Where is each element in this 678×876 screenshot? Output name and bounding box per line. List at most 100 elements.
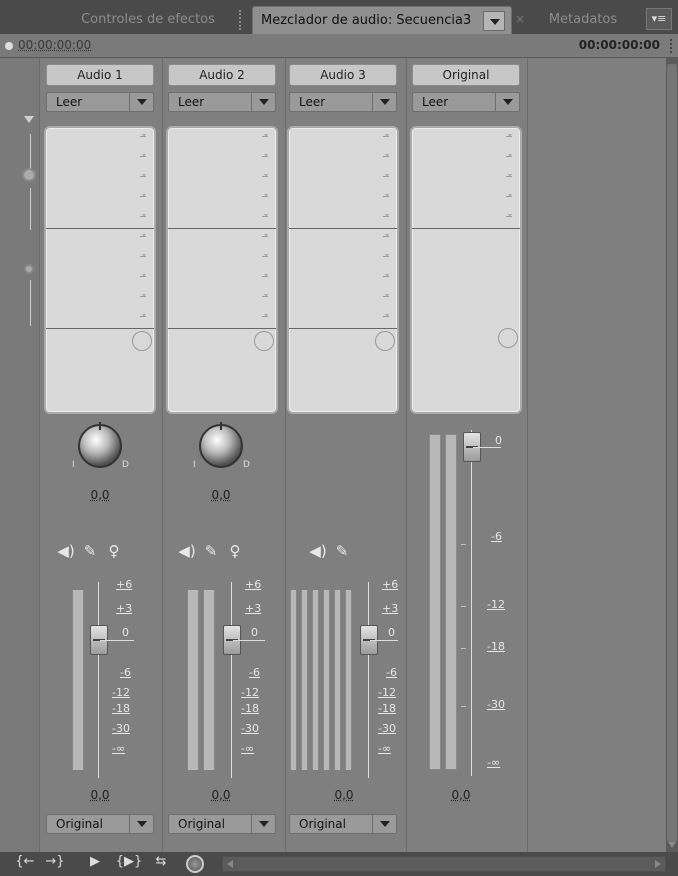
- speaker-icon[interactable]: ◀): [175, 542, 199, 560]
- mic-icon[interactable]: ♀: [102, 542, 126, 560]
- effect-slot-arrow[interactable]: [383, 154, 389, 157]
- play-in-to-out-icon[interactable]: {▶}: [114, 854, 144, 869]
- resize-grip-icon[interactable]: [670, 39, 674, 53]
- effect-slot-arrow[interactable]: [262, 174, 268, 177]
- automation-mode-select[interactable]: Leer: [412, 92, 520, 112]
- effect-slot-arrow[interactable]: [506, 194, 512, 197]
- volume-value[interactable]: 0,0: [80, 788, 120, 802]
- effect-slot-arrow[interactable]: [506, 174, 512, 177]
- effects-sends-box[interactable]: [287, 126, 399, 414]
- automation-mode-select[interactable]: Leer: [46, 92, 154, 112]
- current-timecode[interactable]: 00:00:00:00: [18, 38, 91, 52]
- effects-sends-box[interactable]: [166, 126, 278, 414]
- send-slot-arrow[interactable]: [140, 314, 146, 317]
- close-icon[interactable]: ×: [515, 12, 527, 26]
- output-select[interactable]: Original: [168, 814, 276, 834]
- scroll-down-icon[interactable]: [668, 842, 676, 848]
- pan-value[interactable]: 0,0: [80, 488, 120, 502]
- send-level-knob-icon[interactable]: [254, 331, 274, 351]
- track-name-button[interactable]: Audio 3: [289, 64, 397, 86]
- send-slot-arrow[interactable]: [262, 234, 268, 237]
- speaker-icon[interactable]: ◀): [54, 542, 78, 560]
- send-level-knob-icon[interactable]: [132, 331, 152, 351]
- send-level-knob-icon[interactable]: [375, 331, 395, 351]
- pencil-icon[interactable]: ✎: [330, 542, 354, 560]
- tab-dropdown-button[interactable]: [483, 11, 505, 31]
- effect-slot-arrow[interactable]: [506, 134, 512, 137]
- tab-metadata[interactable]: Metadatos: [530, 6, 636, 34]
- pan-knob[interactable]: I D: [193, 420, 250, 476]
- knob-icon[interactable]: [199, 424, 243, 468]
- track-name-button[interactable]: Audio 1: [46, 64, 154, 86]
- effect-slot-arrow[interactable]: [262, 154, 268, 157]
- volume-value[interactable]: 0,0: [324, 788, 364, 802]
- panel-menu-icon[interactable]: ▾≡: [646, 8, 672, 30]
- mic-icon[interactable]: ♀: [223, 542, 247, 560]
- knob-icon[interactable]: [78, 424, 122, 468]
- send-slot-arrow[interactable]: [383, 254, 389, 257]
- effects-sends-box[interactable]: [410, 126, 522, 414]
- effect-slot-arrow[interactable]: [506, 214, 512, 217]
- level-meter-5: [334, 590, 341, 770]
- fader-track[interactable]: [98, 582, 99, 778]
- scroll-right-icon[interactable]: [655, 860, 661, 868]
- send-level-knob-icon[interactable]: [498, 328, 518, 348]
- marker-icon[interactable]: [5, 42, 13, 50]
- automation-mode-select[interactable]: Leer: [168, 92, 276, 112]
- effects-sends-box[interactable]: [44, 126, 156, 414]
- scrollbar-thumb[interactable]: [667, 64, 677, 842]
- tab-grip-icon[interactable]: [239, 10, 247, 30]
- effect-slot-arrow[interactable]: [383, 134, 389, 137]
- pencil-icon[interactable]: ✎: [199, 542, 223, 560]
- fader-track[interactable]: [471, 430, 472, 776]
- send-slot-arrow[interactable]: [140, 274, 146, 277]
- effect-slot-arrow[interactable]: [140, 134, 146, 137]
- send-slot-arrow[interactable]: [140, 294, 146, 297]
- effect-slot-arrow[interactable]: [262, 194, 268, 197]
- record-icon[interactable]: [186, 855, 204, 873]
- track-name-button[interactable]: Audio 2: [168, 64, 276, 86]
- effect-slot-arrow[interactable]: [140, 194, 146, 197]
- effect-slot-arrow[interactable]: [262, 134, 268, 137]
- send-slot-arrow[interactable]: [140, 254, 146, 257]
- pencil-icon[interactable]: ✎: [78, 542, 102, 560]
- effect-slot-arrow[interactable]: [383, 194, 389, 197]
- collapse-triangle-icon[interactable]: [24, 116, 34, 123]
- vertical-scrollbar[interactable]: [666, 58, 678, 852]
- send-slot-arrow[interactable]: [140, 234, 146, 237]
- pan-value[interactable]: 0,0: [201, 488, 241, 502]
- output-select[interactable]: Original: [289, 814, 397, 834]
- volume-value[interactable]: 0,0: [201, 788, 241, 802]
- send-slot-arrow[interactable]: [262, 314, 268, 317]
- effect-slot-arrow[interactable]: [140, 214, 146, 217]
- effect-slot-arrow[interactable]: [262, 214, 268, 217]
- effect-slot-arrow[interactable]: [383, 214, 389, 217]
- horizontal-scrollbar[interactable]: [222, 856, 666, 872]
- go-to-out-icon[interactable]: →}: [44, 854, 66, 869]
- fader-track[interactable]: [368, 582, 369, 778]
- send-slot-arrow[interactable]: [262, 294, 268, 297]
- scroll-left-icon[interactable]: [227, 860, 233, 868]
- effect-slot-arrow[interactable]: [140, 174, 146, 177]
- pan-knob[interactable]: I D: [72, 420, 129, 476]
- volume-value[interactable]: 0,0: [441, 788, 481, 802]
- fader-track[interactable]: [231, 582, 232, 778]
- output-select[interactable]: Original: [46, 814, 154, 834]
- go-to-in-icon[interactable]: {←: [14, 854, 36, 869]
- tab-audio-mixer[interactable]: Mezclador de audio: Secuencia3: [239, 6, 512, 34]
- loop-icon[interactable]: ⇆: [150, 854, 172, 869]
- send-slot-arrow[interactable]: [383, 274, 389, 277]
- send-slot-arrow[interactable]: [383, 314, 389, 317]
- effect-slot-arrow[interactable]: [140, 154, 146, 157]
- send-slot-arrow[interactable]: [262, 254, 268, 257]
- play-icon[interactable]: ▶: [84, 854, 106, 869]
- speaker-icon[interactable]: ◀): [306, 542, 330, 560]
- track-name-button[interactable]: Original: [412, 64, 520, 86]
- automation-mode-select[interactable]: Leer: [289, 92, 397, 112]
- effect-slot-arrow[interactable]: [383, 174, 389, 177]
- send-slot-arrow[interactable]: [383, 294, 389, 297]
- send-slot-arrow[interactable]: [262, 274, 268, 277]
- effect-slot-arrow[interactable]: [506, 154, 512, 157]
- send-slot-arrow[interactable]: [383, 234, 389, 237]
- tab-effect-controls[interactable]: Controles de efectos: [62, 6, 234, 34]
